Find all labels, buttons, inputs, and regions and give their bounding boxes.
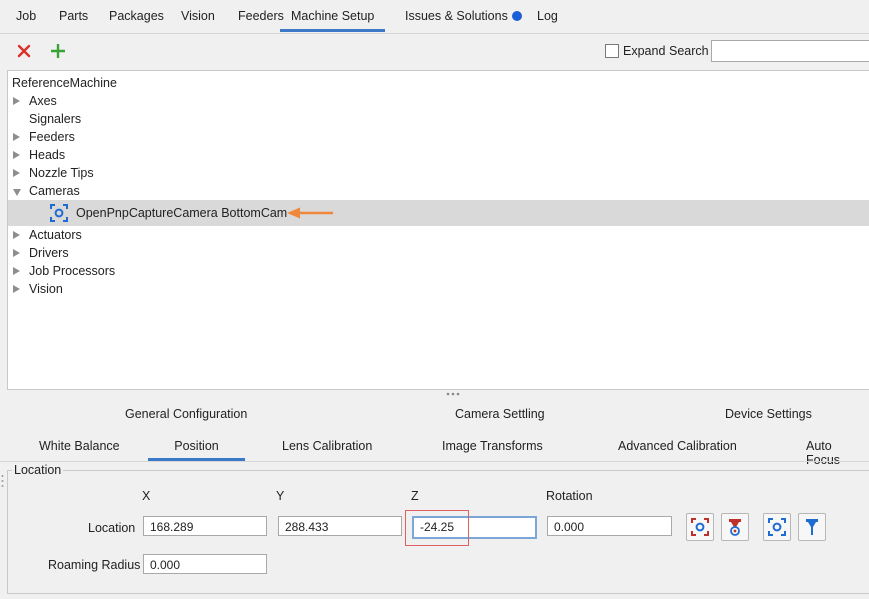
- toolbar: Expand Search: [0, 34, 869, 68]
- tab-position[interactable]: Position: [148, 439, 245, 461]
- search-label: Search: [669, 44, 709, 58]
- roaming-radius-field[interactable]: 0.000: [143, 554, 267, 574]
- column-header-x: X: [142, 489, 151, 503]
- expand-arrow-icon[interactable]: [13, 128, 23, 146]
- camera-icon: [50, 204, 68, 222]
- collapse-arrow-icon[interactable]: [13, 182, 23, 200]
- expand-label: Expand: [623, 44, 666, 58]
- tree-node-label: Cameras: [29, 184, 80, 198]
- status-dot-icon: [511, 11, 522, 21]
- tab-device-settings[interactable]: Device Settings: [725, 407, 812, 421]
- expand-arrow-icon[interactable]: [13, 164, 23, 182]
- tree-node-label: Feeders: [29, 130, 75, 144]
- location-x-field[interactable]: 168.289: [143, 516, 267, 536]
- tab-image-transforms[interactable]: Image Transforms: [442, 439, 543, 453]
- splitter-handle[interactable]: [446, 392, 460, 396]
- annotation-arrow-icon: [287, 207, 333, 219]
- panel-grip-icon[interactable]: [1, 474, 4, 488]
- tab-divider: [0, 461, 869, 462]
- tab-issues-label: Issues & Solutions: [405, 9, 508, 23]
- tree-node-label: Job Processors: [29, 264, 116, 278]
- tree-node-label: Heads: [29, 148, 66, 162]
- capture-camera-location-icon: [691, 518, 709, 536]
- capture-camera-location-button[interactable]: [686, 513, 714, 541]
- tab-advanced-calibration[interactable]: Advanced Calibration: [618, 439, 737, 453]
- tree-node-job-processors[interactable]: Job Processors: [8, 262, 869, 280]
- tree-node-vision[interactable]: Vision: [8, 280, 869, 298]
- column-header-rotation: Rotation: [546, 489, 593, 503]
- add-button[interactable]: [47, 40, 69, 62]
- machine-tree: ReferenceMachine Axes Signalers Feeders …: [7, 70, 869, 390]
- tree-node-signalers[interactable]: Signalers: [8, 110, 869, 128]
- tree-node-heads[interactable]: Heads: [8, 146, 869, 164]
- tree-node-label: Vision: [29, 282, 63, 296]
- move-camera-to-location-icon: [768, 518, 786, 536]
- tab-camera-settling[interactable]: Camera Settling: [455, 407, 545, 421]
- z-field-highlight-annotation: [405, 510, 469, 546]
- tree-node-label: Nozzle Tips: [29, 166, 94, 180]
- tab-feeders[interactable]: Feeders: [238, 0, 284, 32]
- tab-parts[interactable]: Parts: [59, 0, 88, 32]
- capture-tool-location-icon: [729, 519, 741, 536]
- tree-node-label: OpenPnpCaptureCamera BottomCam: [76, 206, 288, 220]
- expand-arrow-icon[interactable]: [13, 244, 23, 262]
- delete-button[interactable]: [13, 40, 35, 62]
- tree-node-label: Drivers: [29, 246, 69, 260]
- move-tool-to-location-icon: [806, 519, 818, 535]
- tree-node-drivers[interactable]: Drivers: [8, 244, 869, 262]
- move-camera-to-location-button[interactable]: [763, 513, 791, 541]
- search-input[interactable]: [711, 40, 869, 62]
- column-header-z: Z: [411, 489, 419, 503]
- main-tab-bar: Job Parts Packages Vision Feeders Machin…: [0, 0, 869, 34]
- expand-arrow-icon[interactable]: [13, 280, 23, 298]
- tab-log[interactable]: Log: [537, 0, 558, 32]
- tree-node-actuators[interactable]: Actuators: [8, 226, 869, 244]
- close-icon: [17, 44, 31, 58]
- tab-issues-and-solutions[interactable]: Issues & Solutions: [405, 0, 522, 32]
- expand-checkbox[interactable]: [605, 44, 619, 58]
- move-tool-to-location-button[interactable]: [798, 513, 826, 541]
- tree-node-nozzle-tips[interactable]: Nozzle Tips: [8, 164, 869, 182]
- roaming-radius-label: Roaming Radius: [48, 558, 141, 572]
- tab-lens-calibration[interactable]: Lens Calibration: [282, 439, 372, 453]
- expand-arrow-icon[interactable]: [13, 146, 23, 164]
- tree-root-reference-machine[interactable]: ReferenceMachine: [8, 74, 869, 92]
- tab-job[interactable]: Job: [16, 0, 36, 32]
- tree-node-label: Axes: [29, 94, 57, 108]
- plus-icon: [51, 44, 65, 58]
- tree-node-cameras[interactable]: Cameras: [8, 182, 869, 200]
- tab-packages[interactable]: Packages: [109, 0, 164, 32]
- tab-vision[interactable]: Vision: [181, 0, 215, 32]
- tab-machine-setup[interactable]: Machine Setup: [280, 0, 386, 32]
- location-panel-title: Location: [12, 463, 64, 477]
- tab-auto-focus[interactable]: Auto Focus: [806, 439, 869, 467]
- location-rotation-field[interactable]: 0.000: [547, 516, 672, 536]
- tree-node-label: ReferenceMachine: [12, 76, 117, 90]
- column-header-y: Y: [276, 489, 285, 503]
- location-y-field[interactable]: 288.433: [278, 516, 402, 536]
- capture-tool-location-button[interactable]: [721, 513, 749, 541]
- expand-arrow-icon[interactable]: [13, 92, 23, 110]
- tree-node-feeders[interactable]: Feeders: [8, 128, 869, 146]
- tree-node-axes[interactable]: Axes: [8, 92, 869, 110]
- tab-white-balance[interactable]: White Balance: [39, 439, 120, 453]
- tree-node-label: Actuators: [29, 228, 82, 242]
- location-row-label: Location: [88, 521, 136, 535]
- tree-node-bottom-camera[interactable]: OpenPnpCaptureCamera BottomCam: [8, 200, 869, 226]
- expand-arrow-icon[interactable]: [13, 262, 23, 280]
- expand-arrow-icon[interactable]: [13, 226, 23, 244]
- tree-node-label: Signalers: [29, 112, 82, 126]
- tab-general-configuration[interactable]: General Configuration: [125, 407, 247, 421]
